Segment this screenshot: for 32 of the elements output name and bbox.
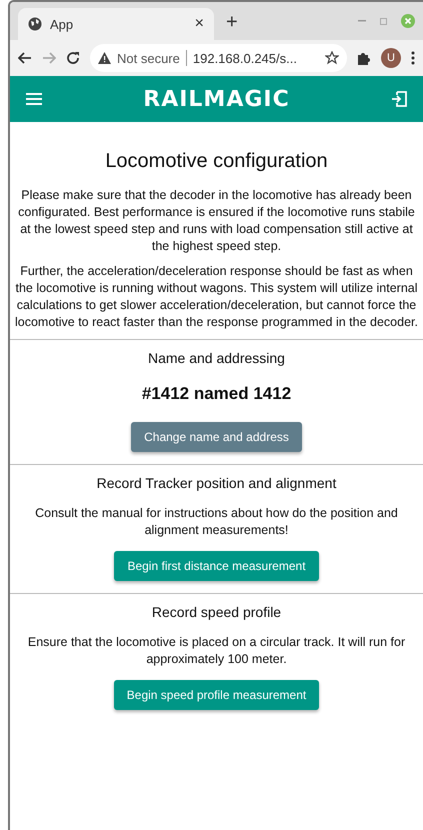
warning-icon: [98, 52, 111, 64]
section-heading: Record Tracker position and alignment: [96, 475, 336, 491]
page-title: Locomotive configuration: [104, 150, 329, 173]
section-heading: Record speed profile: [152, 604, 282, 620]
action-button[interactable]: Begin first distance measurement: [114, 551, 319, 581]
profile-avatar[interactable]: U: [381, 48, 401, 68]
url-text: 192.168.0.245/s...: [192, 50, 298, 66]
back-icon[interactable]: [18, 52, 32, 64]
section-text: Consult the manual for instructions about how do the position and alignment measurements!: [34, 505, 399, 539]
close-icon[interactable]: [401, 14, 415, 28]
close-tab-button[interactable]: ×: [194, 15, 204, 33]
action-button[interactable]: Begin speed profile measurement: [114, 680, 320, 710]
intro-paragraph: Please make sure that the decoder in the locomotive has already been configurated. Best performance is ensured if the locomotive runs stabile at the lowest speed step and runs with load compensation still active at the highest speed step.: [17, 187, 416, 255]
address-bar[interactable]: Not secure 192.168.0.245/s...: [90, 44, 347, 72]
tab-title: App: [50, 16, 74, 32]
action-button[interactable]: Change name and address: [131, 422, 302, 452]
more-icon[interactable]: [411, 51, 415, 65]
puzzle-icon[interactable]: [357, 51, 371, 65]
locomotive-name: #1412 named 1412: [142, 384, 292, 404]
intro-paragraph: Further, the acceleration/deceleration response should be fast as when the locomotive is running without wagons. This system will utilize internal calculations to get slower acceleration/deceleration, but cannot force the locomotive to react faster than the response programmed in the decoder.: [14, 263, 419, 331]
logo: RAILMAGIC: [143, 86, 290, 112]
login-icon[interactable]: [390, 91, 407, 107]
reload-icon[interactable]: [66, 51, 80, 65]
forward-icon[interactable]: [42, 52, 56, 64]
browser-tab[interactable]: App ×: [18, 8, 214, 40]
menu-icon[interactable]: [26, 93, 42, 105]
section-text: Ensure that the locomotive is placed on a circular track. It will run for approximately 100 meter.: [26, 634, 406, 668]
section-heading: Name and addressing: [148, 350, 285, 366]
new-tab-button[interactable]: +: [226, 11, 238, 34]
security-label: Not secure: [117, 50, 180, 66]
minimize-icon[interactable]: [358, 20, 366, 22]
star-icon[interactable]: [325, 51, 339, 65]
